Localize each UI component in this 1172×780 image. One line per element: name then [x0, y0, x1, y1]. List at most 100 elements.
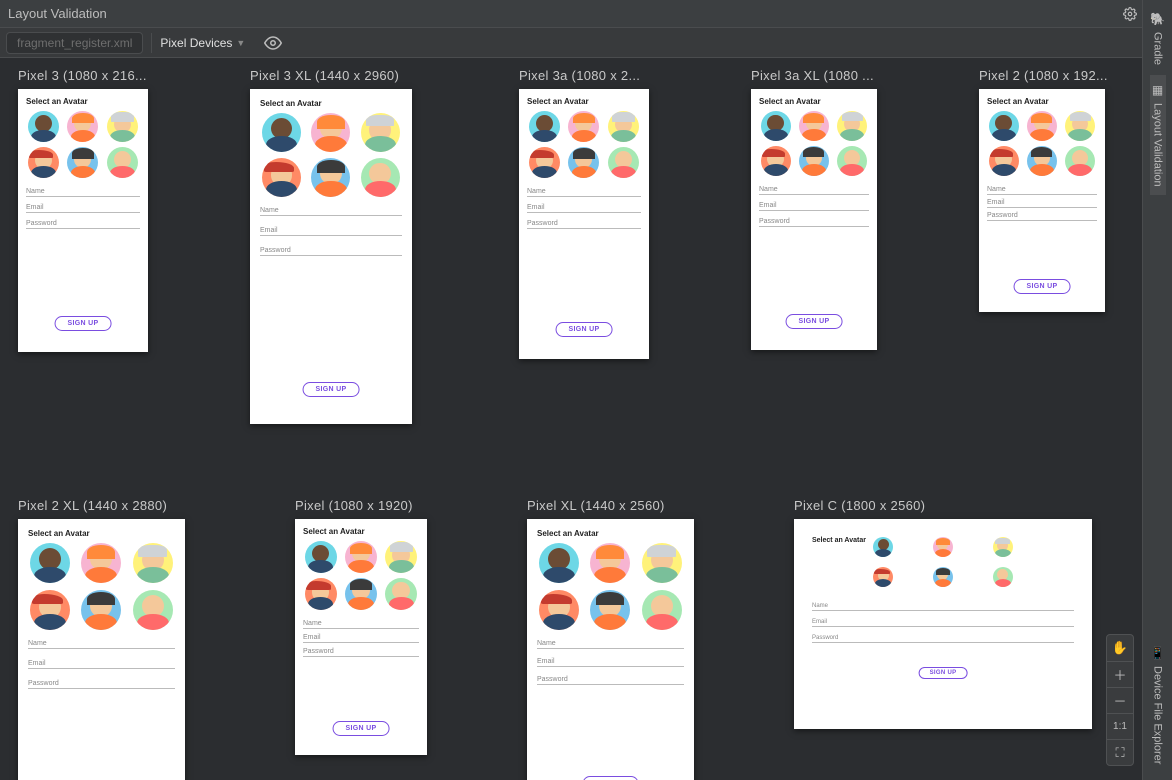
avatar-option[interactable] — [345, 578, 377, 610]
name-field[interactable]: Name — [987, 186, 1097, 195]
avatar-option[interactable] — [1065, 146, 1095, 176]
avatar-option[interactable] — [1065, 111, 1095, 141]
preview-canvas[interactable]: Pixel 3 (1080 x 216...Select an AvatarNa… — [0, 58, 1142, 780]
avatar-option[interactable] — [30, 543, 70, 583]
avatar-option[interactable] — [529, 111, 560, 142]
email-field[interactable]: Email — [759, 202, 869, 211]
avatar-option[interactable] — [993, 567, 1013, 587]
email-field[interactable]: Email — [527, 204, 641, 213]
password-field[interactable]: Password — [28, 680, 175, 689]
avatar-option[interactable] — [1027, 146, 1057, 176]
device-preview-p2[interactable]: Pixel 2 (1080 x 192...Select an AvatarNa… — [979, 68, 1139, 312]
device-preview-p3axl[interactable]: Pixel 3a XL (1080 ...Select an AvatarNam… — [751, 68, 911, 350]
name-field[interactable]: Name — [28, 640, 175, 649]
avatar-option[interactable] — [81, 543, 121, 583]
signup-button[interactable]: SIGN UP — [786, 314, 843, 329]
email-field[interactable]: Email — [260, 227, 402, 236]
device-preview-p3xl[interactable]: Pixel 3 XL (1440 x 2960)Select an Avatar… — [250, 68, 450, 424]
avatar-option[interactable] — [81, 590, 121, 630]
signup-button[interactable]: SIGN UP — [919, 667, 968, 679]
avatar-option[interactable] — [761, 111, 791, 141]
avatar-option[interactable] — [989, 111, 1019, 141]
tab-layout-validation[interactable]: ▦ Layout Validation — [1150, 75, 1166, 195]
avatar-option[interactable] — [311, 113, 350, 152]
device-preview-p3a[interactable]: Pixel 3a (1080 x 2...Select an AvatarNam… — [519, 68, 679, 359]
device-preview-p3[interactable]: Pixel 3 (1080 x 216...Select an AvatarNa… — [18, 68, 178, 352]
tab-gradle[interactable]: 🐘 Gradle — [1148, 4, 1167, 73]
avatar-option[interactable] — [539, 543, 579, 583]
avatar-option[interactable] — [590, 590, 630, 630]
password-field[interactable]: Password — [26, 220, 140, 229]
avatar-option[interactable] — [67, 111, 98, 142]
name-field[interactable]: Name — [527, 188, 641, 197]
password-field[interactable]: Password — [987, 212, 1097, 221]
avatar-option[interactable] — [799, 111, 829, 141]
signup-button[interactable]: SIGN UP — [1014, 279, 1071, 294]
avatar-option[interactable] — [133, 543, 173, 583]
avatar-option[interactable] — [799, 146, 829, 176]
password-field[interactable]: Password — [303, 648, 419, 657]
avatar-option[interactable] — [539, 590, 579, 630]
avatar-option[interactable] — [345, 541, 377, 573]
name-field[interactable]: Name — [260, 207, 402, 216]
avatar-option[interactable] — [385, 578, 417, 610]
avatar-option[interactable] — [608, 111, 639, 142]
name-field[interactable]: Name — [537, 640, 684, 649]
avatar-option[interactable] — [873, 537, 893, 557]
avatar-option[interactable] — [568, 147, 599, 178]
avatar-option[interactable] — [873, 567, 893, 587]
avatar-option[interactable] — [107, 147, 138, 178]
avatar-option[interactable] — [311, 158, 350, 197]
signup-button[interactable]: SIGN UP — [55, 316, 112, 331]
avatar-option[interactable] — [133, 590, 173, 630]
avatar-option[interactable] — [30, 590, 70, 630]
password-field[interactable]: Password — [537, 676, 684, 685]
password-field[interactable]: Password — [260, 247, 402, 256]
avatar-option[interactable] — [642, 590, 682, 630]
avatar-option[interactable] — [529, 147, 560, 178]
avatar-option[interactable] — [568, 111, 599, 142]
avatar-option[interactable] — [590, 543, 630, 583]
signup-button[interactable]: SIGN UP — [303, 382, 360, 397]
email-field[interactable]: Email — [812, 619, 1074, 627]
avatar-option[interactable] — [28, 111, 59, 142]
device-preview-p2xl[interactable]: Pixel 2 XL (1440 x 2880)Select an Avatar… — [18, 498, 218, 780]
email-field[interactable]: Email — [303, 634, 419, 643]
signup-button[interactable]: SIGN UP — [556, 322, 613, 337]
avatar-option[interactable] — [608, 147, 639, 178]
avatar-option[interactable] — [989, 146, 1019, 176]
avatar-option[interactable] — [837, 146, 867, 176]
name-field[interactable]: Name — [303, 620, 419, 629]
email-field[interactable]: Email — [987, 199, 1097, 208]
avatar-option[interactable] — [305, 578, 337, 610]
avatar-option[interactable] — [761, 146, 791, 176]
email-field[interactable]: Email — [26, 204, 140, 213]
avatar-option[interactable] — [933, 537, 953, 557]
avatar-option[interactable] — [933, 567, 953, 587]
password-field[interactable]: Password — [812, 635, 1074, 643]
device-preview-pc[interactable]: Pixel C (1800 x 2560)Select an AvatarNam… — [794, 498, 1092, 729]
avatar-option[interactable] — [1027, 111, 1057, 141]
avatar-option[interactable] — [361, 158, 400, 197]
avatar-option[interactable] — [67, 147, 98, 178]
device-preview-pixel[interactable]: Pixel (1080 x 1920)Select an AvatarNameE… — [295, 498, 465, 755]
password-field[interactable]: Password — [527, 220, 641, 229]
password-field[interactable]: Password — [759, 218, 869, 227]
avatar-option[interactable] — [28, 147, 59, 178]
avatar-option[interactable] — [107, 111, 138, 142]
device-set-dropdown[interactable]: Pixel Devices ▼ — [151, 33, 253, 53]
avatar-option[interactable] — [993, 537, 1013, 557]
name-field[interactable]: Name — [812, 603, 1074, 611]
avatar-option[interactable] — [385, 541, 417, 573]
avatar-option[interactable] — [305, 541, 337, 573]
visibility-icon[interactable] — [263, 33, 283, 53]
tab-device-file-explorer[interactable]: 📱 Device File Explorer — [1148, 638, 1167, 772]
name-field[interactable]: Name — [759, 186, 869, 195]
gear-icon[interactable] — [1122, 6, 1138, 22]
avatar-option[interactable] — [262, 113, 301, 152]
name-field[interactable]: Name — [26, 188, 140, 197]
email-field[interactable]: Email — [28, 660, 175, 669]
email-field[interactable]: Email — [537, 658, 684, 667]
avatar-option[interactable] — [837, 111, 867, 141]
avatar-option[interactable] — [262, 158, 301, 197]
